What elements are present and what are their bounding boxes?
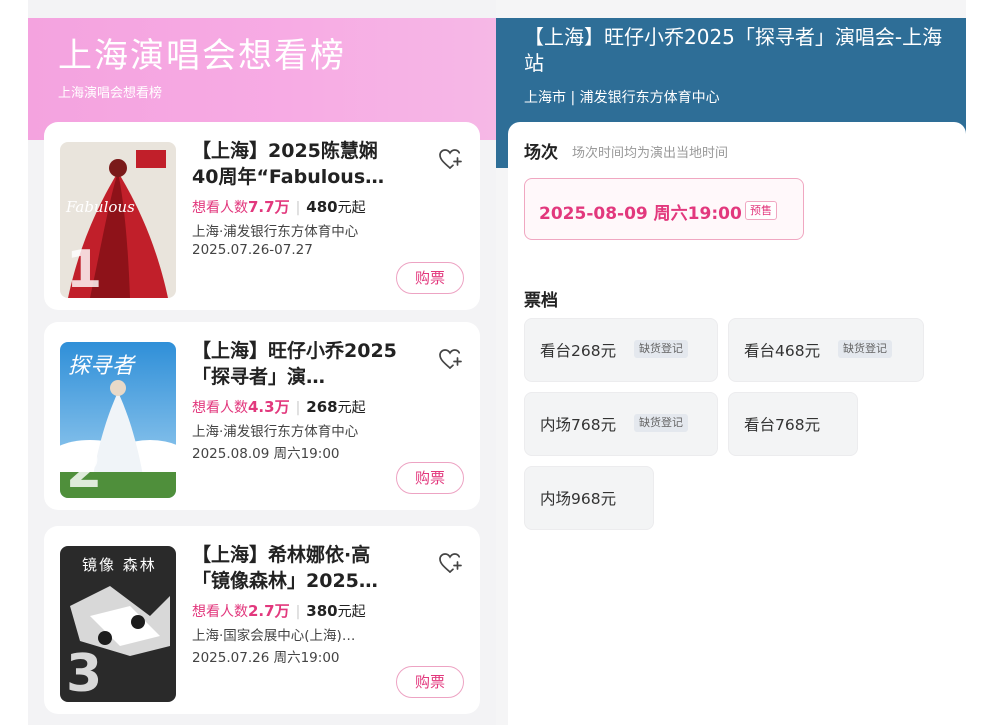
price-suffix: 元起 [337,604,366,620]
want-count: 4.3万 [248,398,290,416]
tier-name: 看台768元 [744,416,821,434]
ranking-title: 上海演唱会想看榜 [58,36,346,76]
ticket-tier-option[interactable]: 看台768元 [728,392,858,456]
ticket-tier-option[interactable]: 看台268元 缺货登记 [524,318,718,382]
rank-number: 3 [66,644,103,702]
out-of-stock-badge: 缺货登记 [634,340,688,358]
tier-name: 内场768元 [540,416,617,434]
concert-poster[interactable]: 探寻者 2 [60,342,176,498]
out-of-stock-badge: 缺货登记 [634,414,688,432]
want-label: 想看人数 [192,200,248,216]
ranking-subtitle: 上海演唱会想看榜 [58,86,163,101]
buy-ticket-button[interactable]: 购票 [396,462,464,494]
tier-section-title: 票档 [524,291,558,311]
ticket-tier-option[interactable]: 看台468元 缺货登记 [728,318,924,382]
buy-ticket-button[interactable]: 购票 [396,262,464,294]
price-suffix: 元起 [337,400,366,416]
ranking-panel: 上海演唱会想看榜 上海演唱会想看榜 Fabulous 1 【上海】2025陈慧娴… [28,0,496,725]
want-info: 想看人数4.3万 | 268元起 [192,396,366,417]
ticket-selection: 场次 场次时间均为演出当地时间 2025-08-09 周六19:00 预售 票档… [508,122,966,725]
buy-ticket-button[interactable]: 购票 [396,666,464,698]
concert-date: 2025.07.26-07.27 [192,242,313,258]
concert-poster[interactable]: 镜像 森林 3 [60,546,176,702]
favorite-heart-icon[interactable] [437,146,463,172]
favorite-heart-icon[interactable] [437,550,463,576]
rank-number: 1 [66,240,103,298]
concert-venue: 上海·浦发银行东方体育中心 [192,424,359,440]
want-count: 2.7万 [248,602,290,620]
ticket-tier-option[interactable]: 内场768元 缺货登记 [524,392,718,456]
divider: | [295,200,301,216]
tier-name: 内场968元 [540,490,617,508]
rank-number: 2 [66,440,103,498]
concert-title[interactable]: 【上海】旺仔小乔2025「探寻者」演… [192,338,397,390]
want-info: 想看人数2.7万 | 380元起 [192,600,366,621]
detail-location: 上海市 | 浦发银行东方体育中心 [524,90,720,106]
concert-card[interactable]: 探寻者 2 【上海】旺仔小乔2025「探寻者」演… 想看人数4.3万 | 268元起… [44,322,480,510]
ticket-tier-option[interactable]: 内场968元 [524,466,654,530]
session-datetime: 2025-08-09 周六19:00 [539,204,742,224]
poster-text: 镜像 森林 [82,556,157,574]
concert-date: 2025.08.09 周六19:00 [192,446,340,462]
concert-card[interactable]: Fabulous 1 【上海】2025陈慧娴40周年“Fabulous… 想看人… [44,122,480,310]
want-info: 想看人数7.7万 | 480元起 [192,196,366,217]
favorite-heart-icon[interactable] [437,346,463,372]
price-value: 480 [306,198,338,216]
price-value: 380 [306,602,338,620]
tier-name: 看台268元 [540,342,617,360]
concert-venue: 上海·国家会展中心(上海)… [192,628,356,644]
concert-title[interactable]: 【上海】希林娜依·高「镜像森林」2025… [192,542,397,594]
want-label: 想看人数 [192,400,248,416]
divider: | [295,604,301,620]
concert-card[interactable]: 镜像 森林 3 【上海】希林娜依·高「镜像森林」2025… 想看人数2.7万 | 3… [44,526,480,714]
price-value: 268 [306,398,338,416]
poster-text: Fabulous [66,198,135,216]
out-of-stock-badge: 缺货登记 [838,340,892,358]
want-label: 想看人数 [192,604,248,620]
divider: | [295,400,301,416]
detail-panel: 【上海】旺仔小乔2025「探寻者」演唱会-上海站 上海市 | 浦发银行东方体育中… [496,0,966,725]
price-suffix: 元起 [337,200,366,216]
concert-date: 2025.07.26 周六19:00 [192,650,340,666]
detail-title: 【上海】旺仔小乔2025「探寻者」演唱会-上海站 [524,25,943,75]
concert-poster[interactable]: Fabulous 1 [60,142,176,298]
session-section-title: 场次 [524,143,558,163]
session-note: 场次时间均为演出当地时间 [572,146,729,161]
want-count: 7.7万 [248,198,290,216]
tier-name: 看台468元 [744,342,821,360]
concert-venue: 上海·浦发银行东方体育中心 [192,224,359,240]
session-option[interactable]: 2025-08-09 周六19:00 预售 [524,178,804,240]
presale-badge: 预售 [745,201,777,220]
poster-text: 探寻者 [68,354,135,379]
concert-title[interactable]: 【上海】2025陈慧娴40周年“Fabulous… [192,138,397,190]
